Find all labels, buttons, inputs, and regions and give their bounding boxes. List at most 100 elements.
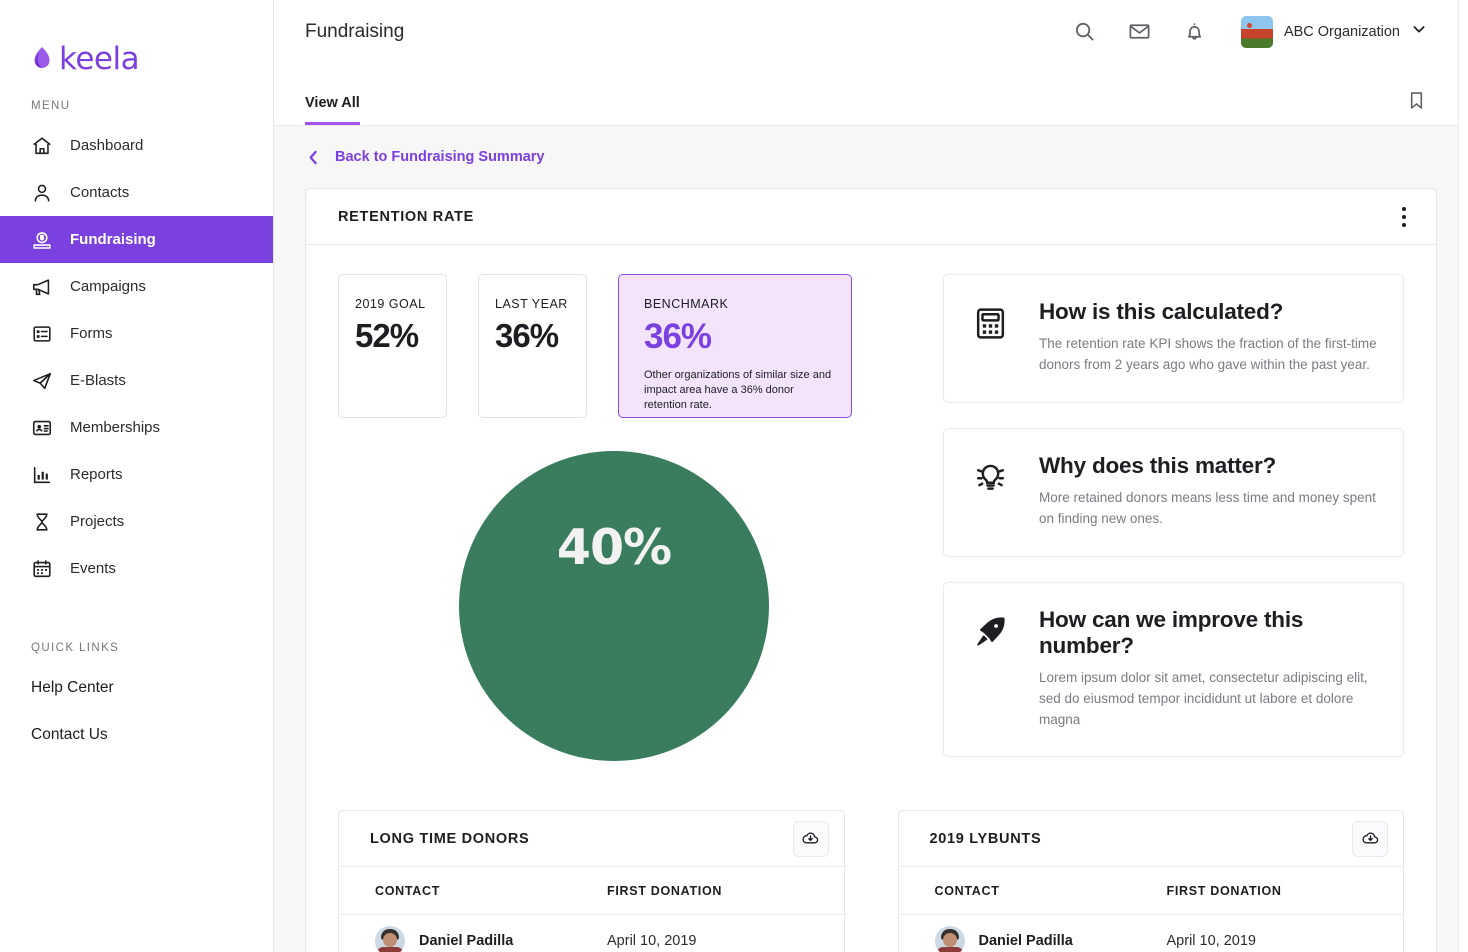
kpi-benchmark: BENCHMARK 36% Other organizations of sim… bbox=[618, 274, 852, 418]
pie-center-label: 40% bbox=[556, 519, 672, 576]
page-title: Fundraising bbox=[305, 20, 405, 42]
sidebar-item-campaigns[interactable]: Campaigns bbox=[0, 263, 273, 310]
logo[interactable]: keela bbox=[0, 0, 273, 86]
keela-leaf-icon bbox=[31, 46, 53, 72]
back-link-label: Back to Fundraising Summary bbox=[335, 149, 545, 165]
column-header-contact: CONTACT bbox=[375, 883, 441, 898]
sidebar-section-menu: MENU bbox=[31, 100, 71, 112]
org-name: ABC Organization bbox=[1283, 23, 1400, 40]
list-icon bbox=[31, 323, 53, 345]
mail-icon[interactable] bbox=[1127, 19, 1153, 45]
info-card-title: How is this calculated? bbox=[1039, 299, 1284, 324]
sidebar-item-projects[interactable]: Projects bbox=[0, 498, 273, 545]
bar-chart-icon bbox=[31, 464, 53, 486]
kpi-note: Other organizations of similar size and … bbox=[644, 369, 832, 411]
chevron-left-icon bbox=[305, 149, 322, 166]
retention-right-column: How is this calculated? The retention ra… bbox=[890, 274, 1404, 782]
topbar: Fundraising ABC Organization bbox=[274, 0, 1468, 63]
calendar-icon bbox=[31, 558, 53, 580]
table-row[interactable]: Daniel Padilla April 10, 2019 bbox=[339, 915, 844, 952]
retention-rate-title: RETENTION RATE bbox=[338, 208, 475, 225]
sidebar-item-label: Events bbox=[70, 560, 116, 577]
bell-icon[interactable] bbox=[1182, 19, 1208, 45]
retention-rate-card-body: 2019 GOAL 52% LAST YEAR 36% BENCHMARK 36… bbox=[306, 245, 1436, 782]
kpi-value: 52% bbox=[355, 317, 419, 354]
kpi-label: BENCHMARK bbox=[644, 297, 729, 311]
kpi-value: 36% bbox=[495, 317, 559, 354]
sidebar-item-dashboard[interactable]: Dashboard bbox=[0, 122, 273, 169]
home-icon bbox=[31, 135, 53, 157]
retention-left-column: 2019 GOAL 52% LAST YEAR 36% BENCHMARK 36… bbox=[338, 274, 890, 782]
paper-plane-icon bbox=[31, 370, 53, 392]
megaphone-icon bbox=[31, 276, 53, 298]
table-column-row: CONTACT FIRST DONATION bbox=[339, 867, 844, 916]
avatar bbox=[1240, 15, 1273, 48]
row-contact-name[interactable]: Daniel Padilla bbox=[419, 933, 513, 949]
info-card-how-improve: How can we improve this number? Lorem ip… bbox=[943, 581, 1404, 758]
bookmark-icon[interactable] bbox=[1406, 90, 1427, 125]
sidebar-item-e-blasts[interactable]: E-Blasts bbox=[0, 357, 273, 404]
table-title: 2019 LYBUNTS bbox=[929, 830, 1042, 847]
sidebar-item-label: Memberships bbox=[70, 419, 161, 436]
sidebar-item-fundraising[interactable]: Fundraising bbox=[0, 216, 273, 263]
sidebar-item-label: Reports bbox=[70, 466, 123, 483]
tab-view-all[interactable]: View All bbox=[305, 95, 360, 125]
table-column-row: CONTACT FIRST DONATION bbox=[898, 867, 1403, 916]
person-icon bbox=[31, 182, 53, 204]
kpi-value: 36% bbox=[644, 317, 712, 356]
info-card-title: Why does this matter? bbox=[1039, 452, 1277, 478]
info-card-body: Why does this matter? More retained dono… bbox=[1039, 453, 1377, 530]
table-title: LONG TIME DONORS bbox=[370, 830, 530, 847]
calculator-icon bbox=[972, 299, 1012, 376]
row-first-donation: April 10, 2019 bbox=[607, 933, 697, 950]
kpi-last-year: LAST YEAR 36% bbox=[478, 274, 587, 418]
vertical-scrollbar[interactable] bbox=[1458, 0, 1468, 952]
cloud-download-icon[interactable] bbox=[792, 820, 829, 857]
back-to-fundraising-summary-link[interactable]: Back to Fundraising Summary bbox=[305, 126, 1437, 188]
info-card-text: More retained donors means less time and… bbox=[1039, 489, 1376, 526]
lybunts-table: 2019 LYBUNTS CONTACT FIRST DONATION Dani… bbox=[897, 810, 1404, 952]
id-card-icon bbox=[31, 417, 53, 439]
quick-links-section: QUICK LINKS Help Center Contact Us bbox=[0, 628, 273, 758]
quick-link-contact-us[interactable]: Contact Us bbox=[0, 711, 273, 758]
sidebar-item-memberships[interactable]: Memberships bbox=[0, 404, 273, 451]
row-contact-name[interactable]: Daniel Padilla bbox=[979, 933, 1073, 949]
topbar-actions: ABC Organization bbox=[1072, 15, 1427, 48]
table-header: LONG TIME DONORS bbox=[339, 811, 844, 868]
sidebar-item-reports[interactable]: Reports bbox=[0, 451, 273, 498]
sidebar-item-events[interactable]: Events bbox=[0, 545, 273, 592]
retention-rate-card-header: RETENTION RATE bbox=[306, 189, 1436, 245]
row-contact-cell: Daniel Padilla bbox=[375, 926, 607, 952]
main-area: Fundraising ABC Organization View All Ba… bbox=[274, 0, 1468, 952]
org-switcher[interactable]: ABC Organization bbox=[1240, 15, 1427, 48]
row-first-donation: April 10, 2019 bbox=[1166, 933, 1256, 950]
sidebar-item-label: E-Blasts bbox=[70, 372, 126, 389]
info-card-how-calculated: How is this calculated? The retention ra… bbox=[943, 274, 1404, 403]
sidebar-section-quick-links: QUICK LINKS bbox=[31, 642, 120, 654]
lightbulb-icon bbox=[972, 453, 1012, 530]
sidebar: keela MENU Dashboard Contacts Fundraisin… bbox=[0, 0, 274, 952]
logo-text: keela bbox=[59, 41, 140, 77]
cloud-download-icon[interactable] bbox=[1352, 820, 1388, 857]
search-icon[interactable] bbox=[1072, 19, 1098, 45]
sidebar-item-contacts[interactable]: Contacts bbox=[0, 169, 273, 216]
tabbar: View All bbox=[274, 63, 1468, 126]
kpi-label: 2019 GOAL bbox=[355, 297, 426, 311]
kpi-row: 2019 GOAL 52% LAST YEAR 36% BENCHMARK 36… bbox=[338, 274, 890, 418]
kebab-menu-icon[interactable] bbox=[1391, 202, 1417, 232]
donor-tables: LONG TIME DONORS CONTACT FIRST DONATION bbox=[306, 782, 1436, 952]
rocket-icon bbox=[972, 607, 1012, 731]
sidebar-item-forms[interactable]: Forms bbox=[0, 310, 273, 357]
hourglass-icon bbox=[31, 511, 53, 533]
info-card-why-matter: Why does this matter? More retained dono… bbox=[943, 427, 1404, 557]
avatar bbox=[375, 926, 405, 952]
info-card-text: The retention rate KPI shows the fractio… bbox=[1039, 336, 1377, 372]
info-card-title: How can we improve this number? bbox=[1039, 606, 1304, 658]
long-time-donors-table: LONG TIME DONORS CONTACT FIRST DONATION bbox=[338, 810, 845, 952]
table-row[interactable]: Daniel Padilla April 10, 2019 bbox=[899, 915, 1404, 952]
quick-link-help-center[interactable]: Help Center bbox=[0, 664, 273, 711]
column-header-first-donation: FIRST DONATION bbox=[607, 883, 723, 898]
info-card-body: How can we improve this number? Lorem ip… bbox=[1039, 607, 1377, 731]
pie-chart-graphic: 40% bbox=[459, 451, 769, 761]
table-header: 2019 LYBUNTS bbox=[898, 811, 1403, 868]
